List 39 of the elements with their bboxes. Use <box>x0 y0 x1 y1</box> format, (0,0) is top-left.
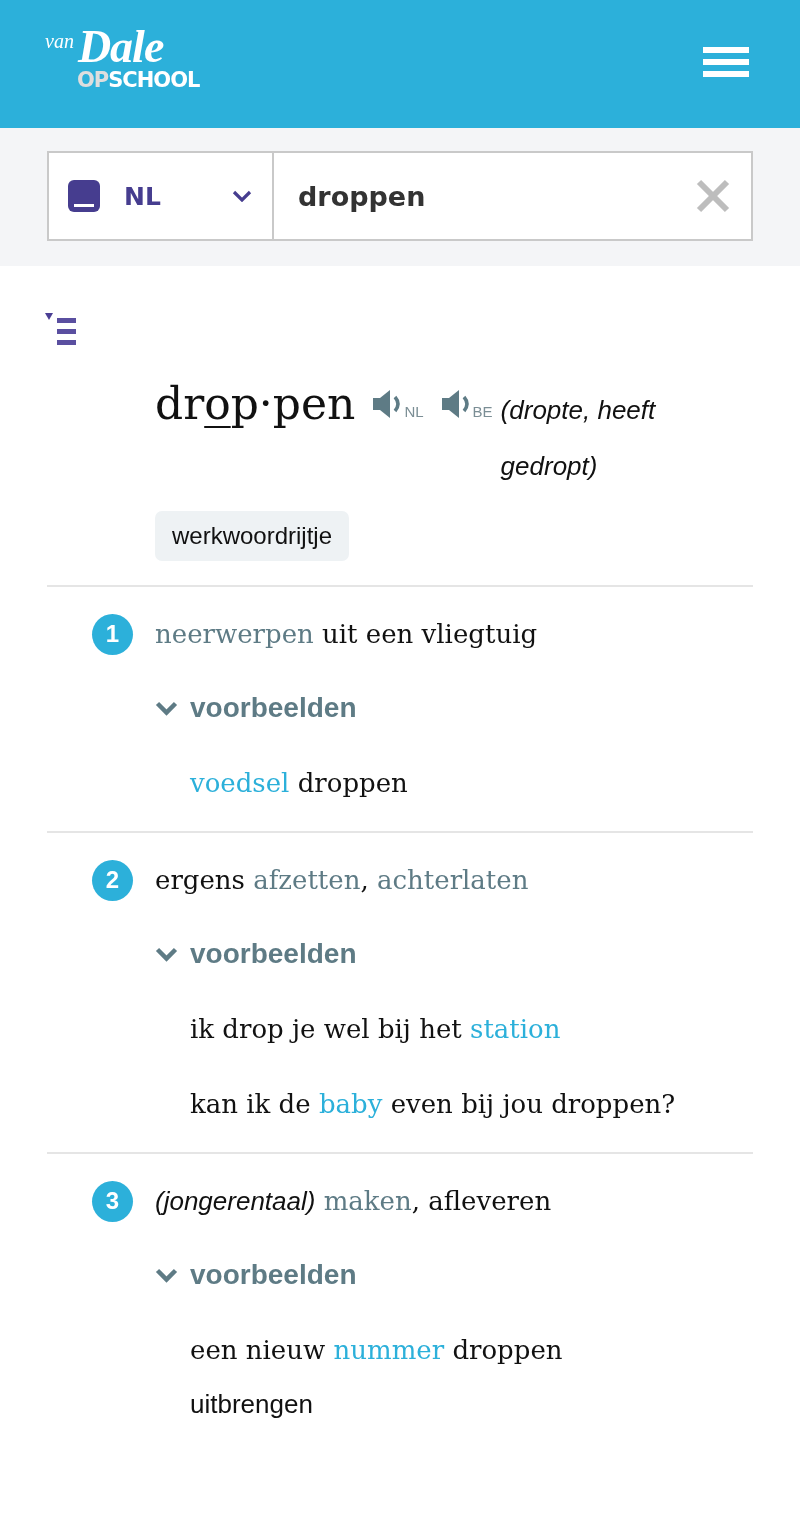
chevron-down-icon <box>155 946 178 962</box>
examples-toggle[interactable]: voorbeelden <box>155 932 357 976</box>
definition-text: neerwerpen uit een vliegtuig <box>155 618 538 651</box>
close-icon[interactable] <box>696 179 730 213</box>
chevron-down-icon <box>232 190 252 202</box>
sense-number: 1 <box>92 613 133 655</box>
speaker-icon <box>439 389 472 419</box>
definition-link[interactable]: achterlaten <box>377 865 529 895</box>
example-text: kan ik de baby even bij jou droppen? <box>189 1088 677 1121</box>
example-link[interactable]: voedsel <box>190 768 290 798</box>
examples-toggle[interactable]: voorbeelden <box>155 1253 357 1297</box>
definition-link[interactable]: afzetten <box>253 865 361 895</box>
definition-text: (jongerentaal) maken, afleveren <box>155 1185 552 1218</box>
word-type-tag: werkwoordrijtje <box>155 511 350 561</box>
audio-button[interactable]: NL <box>371 389 424 419</box>
example-text: ik drop je wel bij het station <box>189 1013 562 1046</box>
example-text: een nieuw nummer droppen <box>189 1334 564 1367</box>
logo[interactable]: $^{van}$Dale OPSCHOOL <box>45 24 200 91</box>
list-icon[interactable] <box>45 313 76 346</box>
language-select[interactable]: NL <box>47 151 274 241</box>
example-link[interactable]: station <box>470 1014 561 1044</box>
example-link[interactable]: baby <box>318 1089 383 1119</box>
definition-link[interactable]: neerwerpen <box>155 619 314 649</box>
book-icon <box>68 180 100 212</box>
audio-button[interactable]: BE <box>439 389 493 419</box>
menu-icon[interactable] <box>703 47 749 77</box>
definition-link[interactable]: maken <box>323 1186 412 1216</box>
verb-forms: (dropte, heeft gedropt) <box>500 394 657 483</box>
chevron-down-icon <box>155 1267 178 1283</box>
search-field[interactable]: droppen <box>274 151 753 241</box>
example-text: voedsel droppen <box>189 767 409 800</box>
examples-toggle[interactable]: voorbeelden <box>155 686 357 730</box>
headword: drop·pen <box>155 377 356 431</box>
sense-number: 3 <box>92 1180 133 1222</box>
example-meaning: uitbrengen <box>189 1388 314 1421</box>
sense-number: 2 <box>92 859 133 901</box>
chevron-down-icon <box>155 700 178 716</box>
example-link[interactable]: nummer <box>333 1335 445 1365</box>
definition-text: ergens afzetten, achterlaten <box>155 864 529 897</box>
